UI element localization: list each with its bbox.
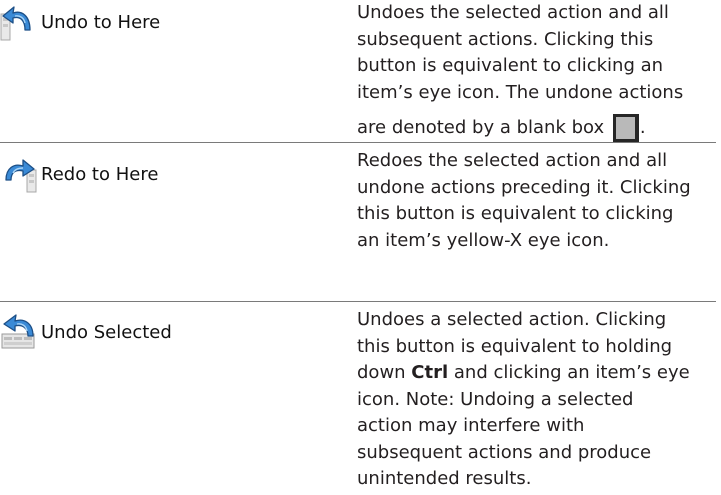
description-period: . [639,117,646,138]
table-row-undo-to-here: Undo to Here Undoes the selected action … [0,0,721,142]
command-label: Undo to Here [41,12,161,33]
description-line: Redoes the selected action and all [357,150,668,171]
command-description: Undoes the selected action and all subse… [357,0,719,142]
command-label: Redo to Here [41,164,159,185]
redo-to-here-icon [0,156,38,194]
description-line: this button is equivalent to holding [357,335,673,357]
command-label: Undo Selected [41,322,172,343]
description-line: item’s eye icon. The undone actions [357,81,684,103]
description-line: an item’s yellow-X eye icon. [357,229,610,251]
description-line: button is equivalent to clicking an [357,55,664,76]
description-line: are denoted by a blank box . [357,114,719,142]
description-line: down Ctrl and clicking an item’s eye [357,360,719,387]
description-line: Undoes the selected action and all [357,2,669,23]
command-description: Undoes a selected action. Clicking this … [357,307,719,493]
description-text: down [357,362,412,383]
ctrl-key-label: Ctrl [411,362,449,383]
blank-box-icon [612,114,639,142]
undo-to-here-icon [0,4,38,42]
description-line: undone actions preceding it. Clicking [357,176,691,198]
command-cell: Undo to Here [0,3,350,43]
description-line: unintended results. [357,468,532,489]
undo-selected-icon [0,314,38,352]
description-line: subsequent actions. Clicking this [357,28,654,50]
command-description: Redoes the selected action and all undon… [357,148,719,254]
description-line: subsequent actions and produce [357,441,652,463]
command-cell: Undo Selected [0,313,350,353]
description-line: action may interfere with [357,415,585,436]
description-line: icon. Note: Undoing a selected [357,388,634,410]
command-cell: Redo to Here [0,155,350,195]
table-row-redo-to-here: Redo to Here Redoes the selected action … [0,142,721,301]
description-line: Undoes a selected action. Clicking [357,309,667,330]
description-text: and clicking an item’s eye [448,362,690,383]
description-line: this button is equivalent to clicking [357,203,674,224]
toolbar-reference-table: Undo to Here Undoes the selected action … [0,0,721,495]
description-tail-text: are denoted by a blank box [357,117,605,138]
table-row-undo-selected: Undo Selected Undoes a selected action. … [0,301,721,495]
